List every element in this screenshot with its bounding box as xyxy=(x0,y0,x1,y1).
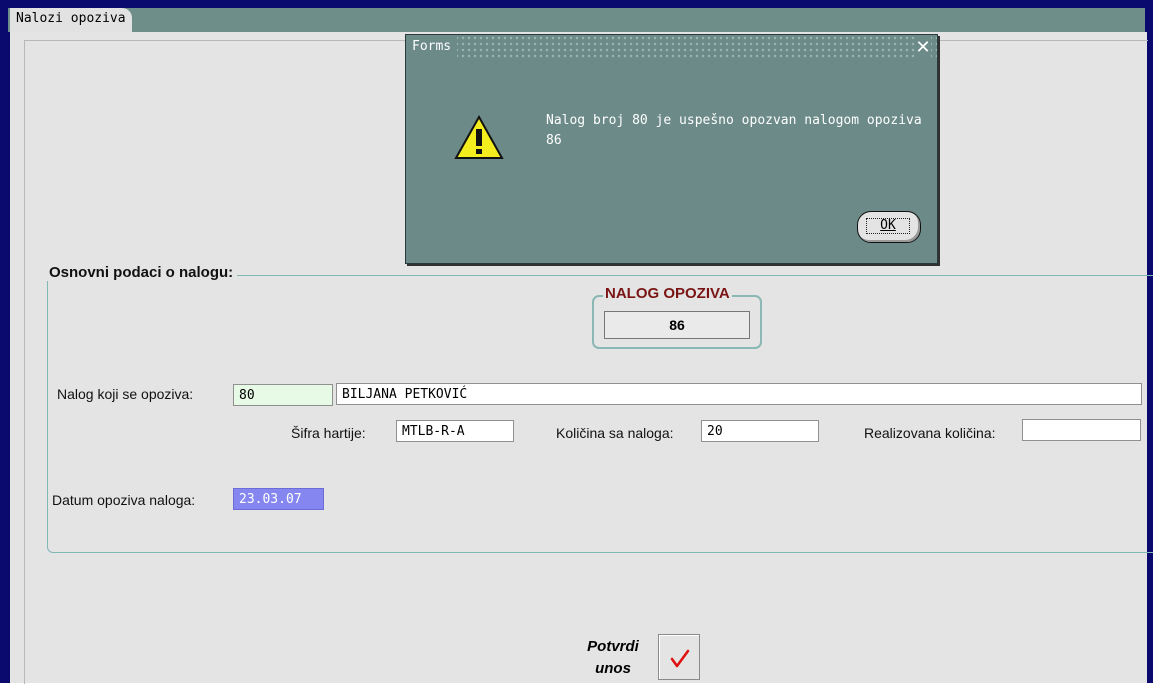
close-icon[interactable]: ✕ xyxy=(915,36,931,58)
section-title: Osnovni podaci o nalogu: xyxy=(45,264,238,281)
potvrdi-unos-button[interactable] xyxy=(658,634,700,680)
dialog-message: Nalog broj 80 je uspešno opozvan nalogom… xyxy=(546,113,922,148)
realizovana-field[interactable] xyxy=(1022,419,1141,441)
checkmark-icon xyxy=(670,649,690,668)
nalog-opoziva-title: NALOG OPOZIVA xyxy=(603,285,732,302)
datum-field[interactable]: 23.03.07 xyxy=(233,488,324,510)
nalog-label: Nalog koji se opoziva: xyxy=(57,386,194,402)
dialog-titlebar[interactable] xyxy=(406,35,937,59)
ok-button-label: OK xyxy=(866,218,910,234)
kolicina-field[interactable]: 20 xyxy=(701,420,819,442)
warning-icon xyxy=(454,115,504,159)
nalog-number-field[interactable]: 80 xyxy=(233,384,333,406)
potvrdi-label: Potvrdi unos xyxy=(587,638,639,677)
tab-nalozi-opoziva[interactable]: Nalozi opoziva xyxy=(10,8,132,32)
alert-dialog: Forms ✕ Nalog broj 80 je uspešno opozvan… xyxy=(405,34,938,264)
dialog-title: Forms xyxy=(406,35,458,59)
sifra-field[interactable]: MTLB-R-A xyxy=(396,420,514,442)
ok-button[interactable]: OK xyxy=(857,211,921,243)
nalog-name-field[interactable]: BILJANA PETKOVIĆ xyxy=(336,383,1142,405)
tab-strip xyxy=(8,8,1145,32)
nalog-opoziva-value: 86 xyxy=(604,311,750,339)
realizovana-label: Realizovana količina: xyxy=(864,425,996,441)
kolicina-label: Količina sa naloga: xyxy=(556,425,674,441)
sifra-label: Šifra hartije: xyxy=(291,425,366,441)
datum-label: Datum opoziva naloga: xyxy=(52,492,196,508)
